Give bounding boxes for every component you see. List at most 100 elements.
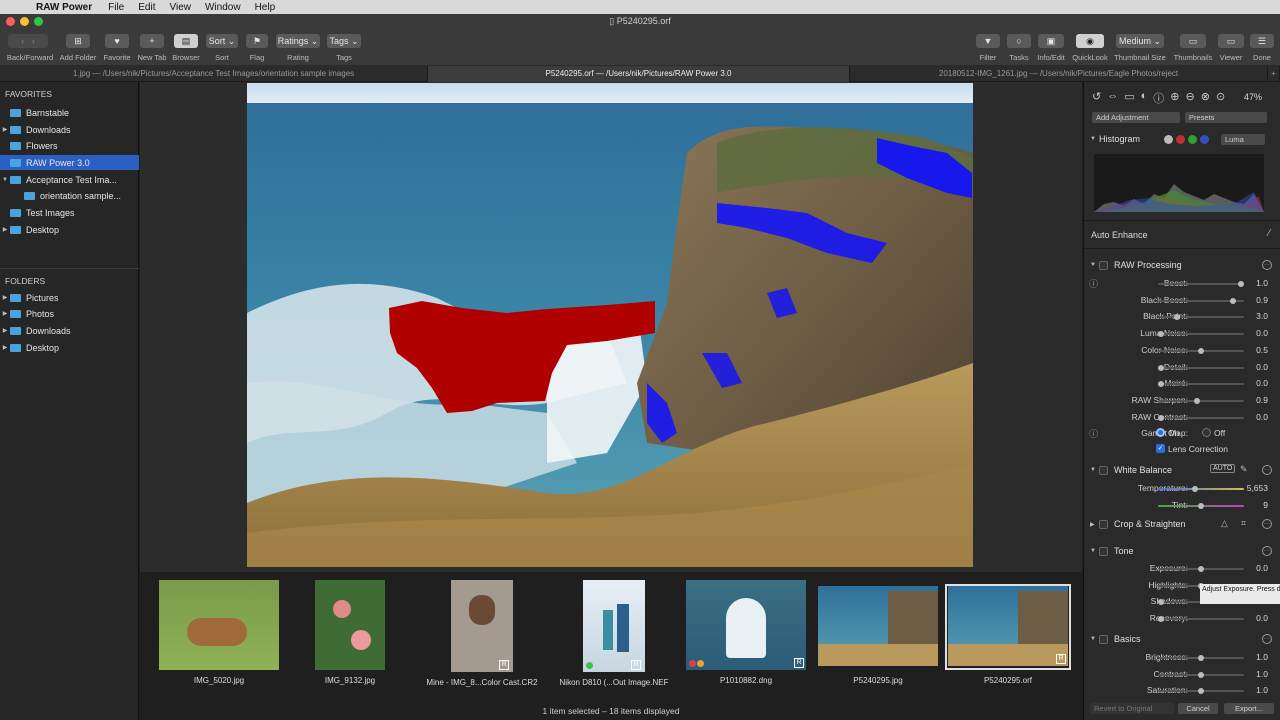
magic-wand-icon[interactable]: ⁄: [1268, 228, 1270, 239]
favorite-button[interactable]: ♥: [105, 34, 129, 48]
slider-value[interactable]: 0.0: [1256, 563, 1268, 573]
quicklook-button[interactable]: ◉: [1076, 34, 1104, 48]
sidebar-item-barnstable[interactable]: Barnstable: [0, 105, 139, 120]
tab-raw-power[interactable]: P5240295.orf — /Users/nik/Pictures/RAW P…: [428, 66, 850, 82]
export-button[interactable]: Export...: [1224, 703, 1274, 714]
auto-wb-button[interactable]: AUTO: [1210, 464, 1236, 473]
slider-value[interactable]: 0.9: [1256, 395, 1268, 405]
thumbnail-item[interactable]: IMG_9132.jpg: [285, 580, 415, 685]
thumbnail-item[interactable]: R P1010882.dng: [681, 580, 811, 685]
slider-value[interactable]: 0.5: [1256, 345, 1268, 355]
gamut-off-radio[interactable]: [1202, 428, 1211, 437]
done-button[interactable]: ☰: [1250, 34, 1274, 48]
tasks-button[interactable]: ○: [1007, 34, 1031, 48]
slider-knob[interactable]: [1158, 381, 1164, 388]
thumbnail-item[interactable]: IMG_5020.jpg: [154, 580, 284, 685]
filter-button[interactable]: ▼: [976, 34, 1000, 48]
slider-value[interactable]: 0.9: [1256, 295, 1268, 305]
adjustment-slider[interactable]: [1158, 297, 1244, 304]
sidebar-item-photos[interactable]: ▶ Photos: [0, 306, 139, 321]
more-options-icon[interactable]: ···: [1262, 634, 1272, 644]
cancel-button[interactable]: Cancel: [1178, 703, 1218, 714]
slider-knob[interactable]: [1158, 414, 1164, 421]
straighten-icon[interactable]: △: [1221, 518, 1228, 529]
slider-knob[interactable]: [1238, 281, 1244, 287]
presets-select[interactable]: Presets: [1185, 112, 1267, 123]
info-icon[interactable]: ⓘ: [1089, 277, 1098, 290]
tone-checkbox[interactable]: [1099, 546, 1108, 556]
tab-orientation-sample[interactable]: 1.jpg — /Users/nik/Pictures/Acceptance T…: [0, 66, 428, 82]
info-edit-button[interactable]: ▣: [1038, 34, 1064, 48]
basics-section[interactable]: ▼ Basics: [1090, 634, 1141, 644]
crop-straighten-section[interactable]: ▶ Crop & Straighten: [1090, 519, 1186, 529]
slider-value[interactable]: 0.0: [1256, 362, 1268, 372]
adjustment-slider[interactable]: [1158, 503, 1244, 509]
tab-eagle-photos[interactable]: 20180512-IMG_1261.jpg — /Users/nik/Pictu…: [850, 66, 1268, 82]
sidebar-item-raw-power[interactable]: RAW Power 3.0: [0, 155, 139, 170]
sidebar-item-orientation[interactable]: orientation sample...: [0, 188, 139, 203]
compare-icon[interactable]: ▭: [1124, 90, 1134, 106]
rotate-icon[interactable]: ↺: [1092, 90, 1101, 106]
adjustment-slider[interactable]: [1158, 381, 1244, 388]
thumbnail-item[interactable]: R Nikon D810 (...Out Image.NEF: [549, 580, 679, 687]
disclosure-triangle-icon[interactable]: ▶: [0, 294, 10, 301]
disclosure-triangle-icon[interactable]: ▶: [0, 226, 10, 233]
rgb-channel-icon[interactable]: [1164, 135, 1173, 144]
revert-to-original-button[interactable]: Revert to Original: [1090, 703, 1174, 714]
sidebar-item-desktop[interactable]: ▶ Desktop: [0, 222, 139, 237]
adjustment-slider[interactable]: [1158, 281, 1244, 287]
eyedropper-icon[interactable]: ✎: [1240, 464, 1248, 475]
more-options-icon[interactable]: ···: [1262, 546, 1272, 556]
more-options-icon[interactable]: ···: [1262, 465, 1272, 475]
luma-select[interactable]: Luma: [1221, 134, 1265, 145]
add-folder-button[interactable]: ⊞: [66, 34, 90, 48]
disclosure-triangle-icon[interactable]: ▼: [0, 177, 10, 183]
adjustment-slider[interactable]: [1158, 616, 1244, 623]
more-options-icon[interactable]: ···: [1262, 519, 1272, 529]
blue-channel-icon[interactable]: [1200, 135, 1209, 144]
browser-button[interactable]: ▤: [174, 34, 198, 48]
tags-button[interactable]: Tags ⌄: [327, 34, 361, 48]
lens-correction-checkbox[interactable]: ✓: [1156, 444, 1165, 453]
slider-value[interactable]: 1.0: [1256, 652, 1268, 662]
crop-checkbox[interactable]: [1099, 519, 1108, 529]
red-channel-icon[interactable]: [1176, 135, 1185, 144]
slider-value[interactable]: 0.0: [1256, 328, 1268, 338]
crop-icon[interactable]: ⌗: [1241, 518, 1246, 529]
sort-button[interactable]: Sort ⌄: [206, 34, 238, 48]
slider-value[interactable]: 0.0: [1256, 378, 1268, 388]
sidebar-item-downloads[interactable]: ▶ Downloads: [0, 122, 139, 137]
raw-processing-section[interactable]: ▼ RAW Processing: [1090, 260, 1182, 270]
adjustment-slider[interactable]: [1158, 331, 1244, 338]
adjustment-slider[interactable]: [1158, 414, 1244, 421]
thumbnail-item[interactable]: P5240295.jpg: [813, 580, 943, 685]
menu-window[interactable]: Window: [205, 2, 241, 13]
ratings-button[interactable]: Ratings ⌄: [276, 34, 320, 48]
slider-knob[interactable]: [1198, 671, 1204, 678]
slider-value[interactable]: 1.0: [1256, 685, 1268, 695]
more-options-icon[interactable]: ···: [1262, 260, 1272, 270]
sidebar-item-pictures[interactable]: ▶ Pictures: [0, 290, 139, 305]
sidebar-item-flowers[interactable]: Flowers: [0, 138, 139, 153]
slider-value[interactable]: 5,653: [1247, 483, 1268, 493]
info-icon[interactable]: ⓘ: [1089, 427, 1098, 440]
slider-value[interactable]: 1.0: [1256, 278, 1268, 288]
adjustment-slider[interactable]: [1158, 397, 1244, 404]
contrast-icon[interactable]: ◐: [1141, 90, 1148, 106]
slider-value[interactable]: 3.0: [1256, 311, 1268, 321]
sidebar-item-desktop-folder[interactable]: ▶ Desktop: [0, 340, 139, 355]
tone-section[interactable]: ▼ Tone: [1090, 546, 1134, 556]
slider-knob[interactable]: [1198, 566, 1204, 572]
new-tab-plus[interactable]: +: [1268, 66, 1280, 82]
thumbnail-item-selected[interactable]: R P5240295.orf: [945, 584, 1071, 685]
back-forward-button[interactable]: ‹ ›: [8, 34, 48, 48]
white-balance-section[interactable]: ▼ White Balance: [1090, 465, 1172, 475]
slider-knob[interactable]: [1158, 364, 1164, 371]
slider-knob[interactable]: [1191, 486, 1198, 492]
slider-value[interactable]: 0.0: [1256, 613, 1268, 623]
flag-button[interactable]: ⚑: [246, 34, 268, 48]
slider-knob[interactable]: [1198, 688, 1204, 695]
thumbnails-button[interactable]: ▭: [1180, 34, 1206, 48]
zoom-actual-icon[interactable]: ⊙: [1216, 90, 1225, 106]
new-tab-button[interactable]: +: [140, 34, 164, 48]
